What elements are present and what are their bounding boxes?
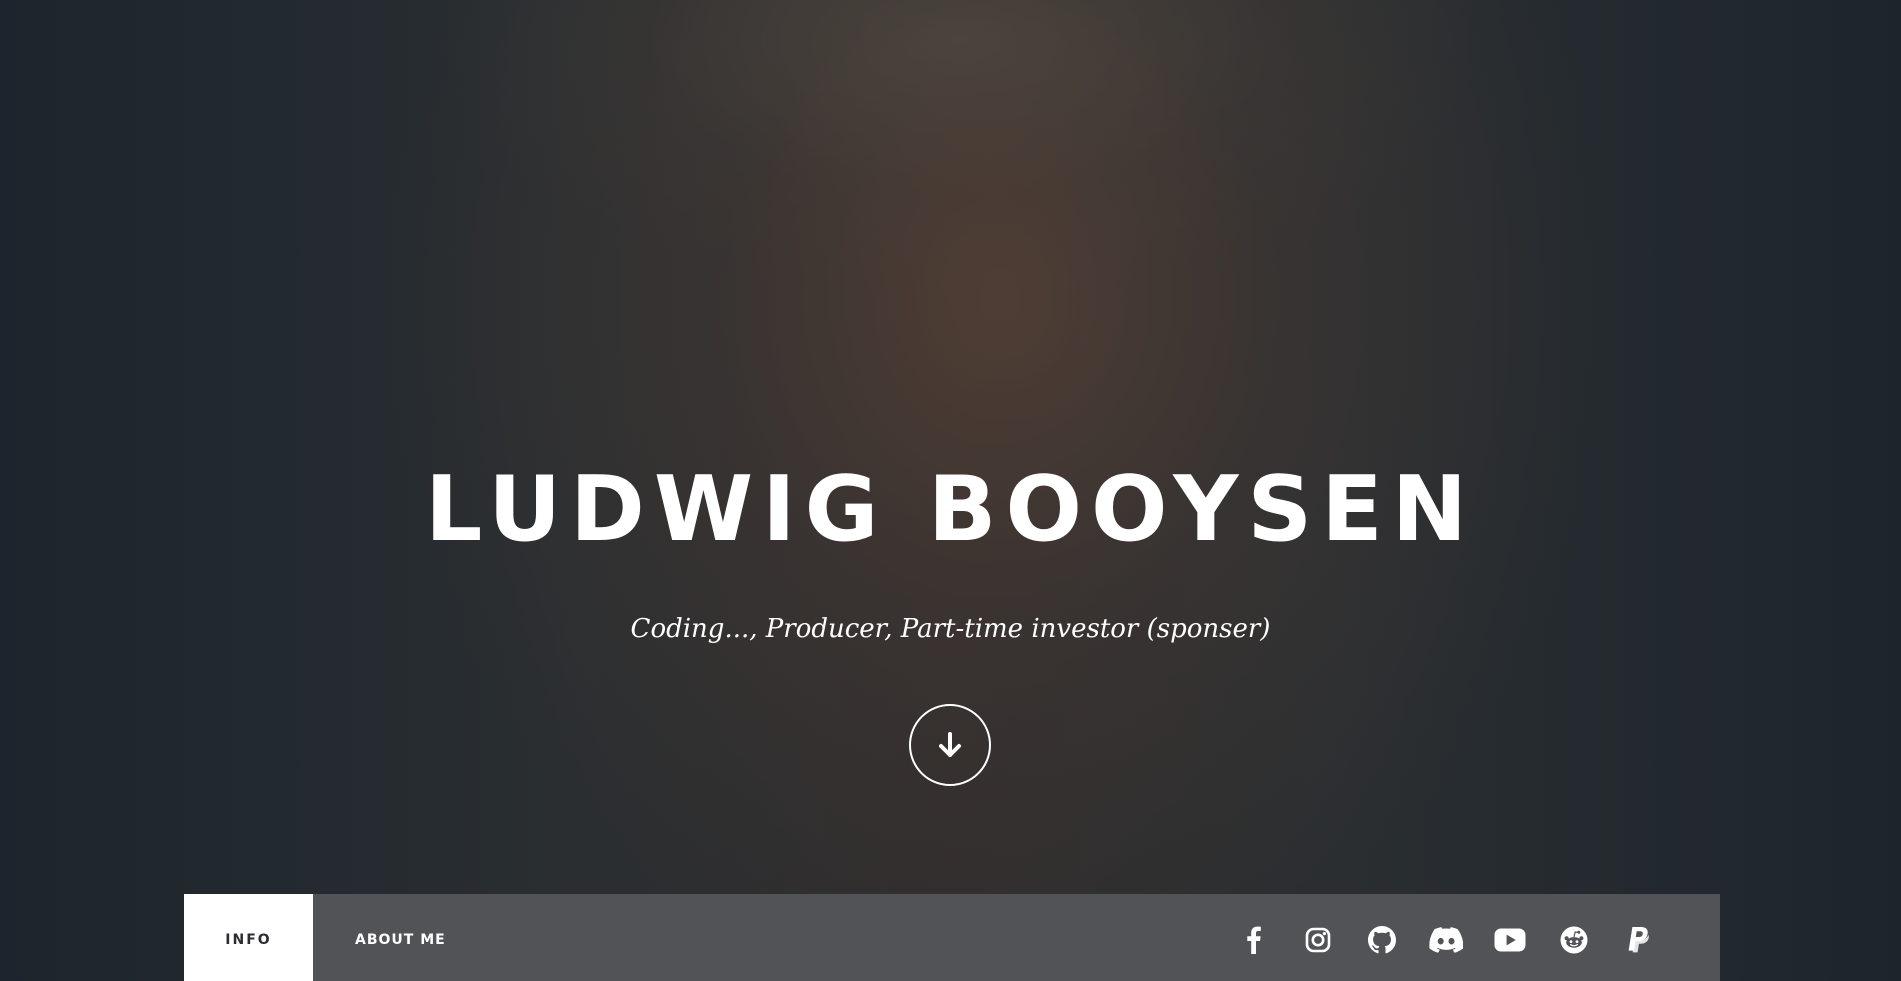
discord-link[interactable] — [1414, 920, 1478, 960]
nav-bar: INFO ABOUT ME — [184, 894, 1720, 981]
hero-subtitle: Coding..., Producer, Part-time investor … — [630, 614, 1271, 644]
scroll-down-button[interactable] — [909, 704, 991, 786]
arrow-down-icon — [937, 731, 963, 759]
github-icon — [1368, 925, 1396, 954]
github-link[interactable] — [1350, 920, 1414, 960]
tab-about-me[interactable]: ABOUT ME — [313, 894, 488, 981]
instagram-link[interactable] — [1286, 920, 1350, 960]
tab-info-label: INFO — [225, 931, 272, 948]
hero-section: LUDWIG BOOYSEN Coding..., Producer, Part… — [0, 0, 1901, 894]
paypal-icon — [1626, 926, 1650, 954]
reddit-icon — [1560, 926, 1588, 954]
social-links — [1222, 894, 1720, 981]
hero-title: LUDWIG BOOYSEN — [424, 457, 1477, 562]
youtube-icon — [1494, 928, 1526, 952]
tab-info[interactable]: INFO — [184, 894, 313, 981]
instagram-icon — [1305, 927, 1331, 953]
facebook-icon — [1247, 926, 1261, 954]
tab-about-me-label: ABOUT ME — [355, 931, 446, 948]
facebook-link[interactable] — [1222, 920, 1286, 960]
reddit-link[interactable] — [1542, 920, 1606, 960]
youtube-link[interactable] — [1478, 920, 1542, 960]
discord-icon — [1429, 926, 1463, 953]
paypal-link[interactable] — [1606, 920, 1670, 960]
